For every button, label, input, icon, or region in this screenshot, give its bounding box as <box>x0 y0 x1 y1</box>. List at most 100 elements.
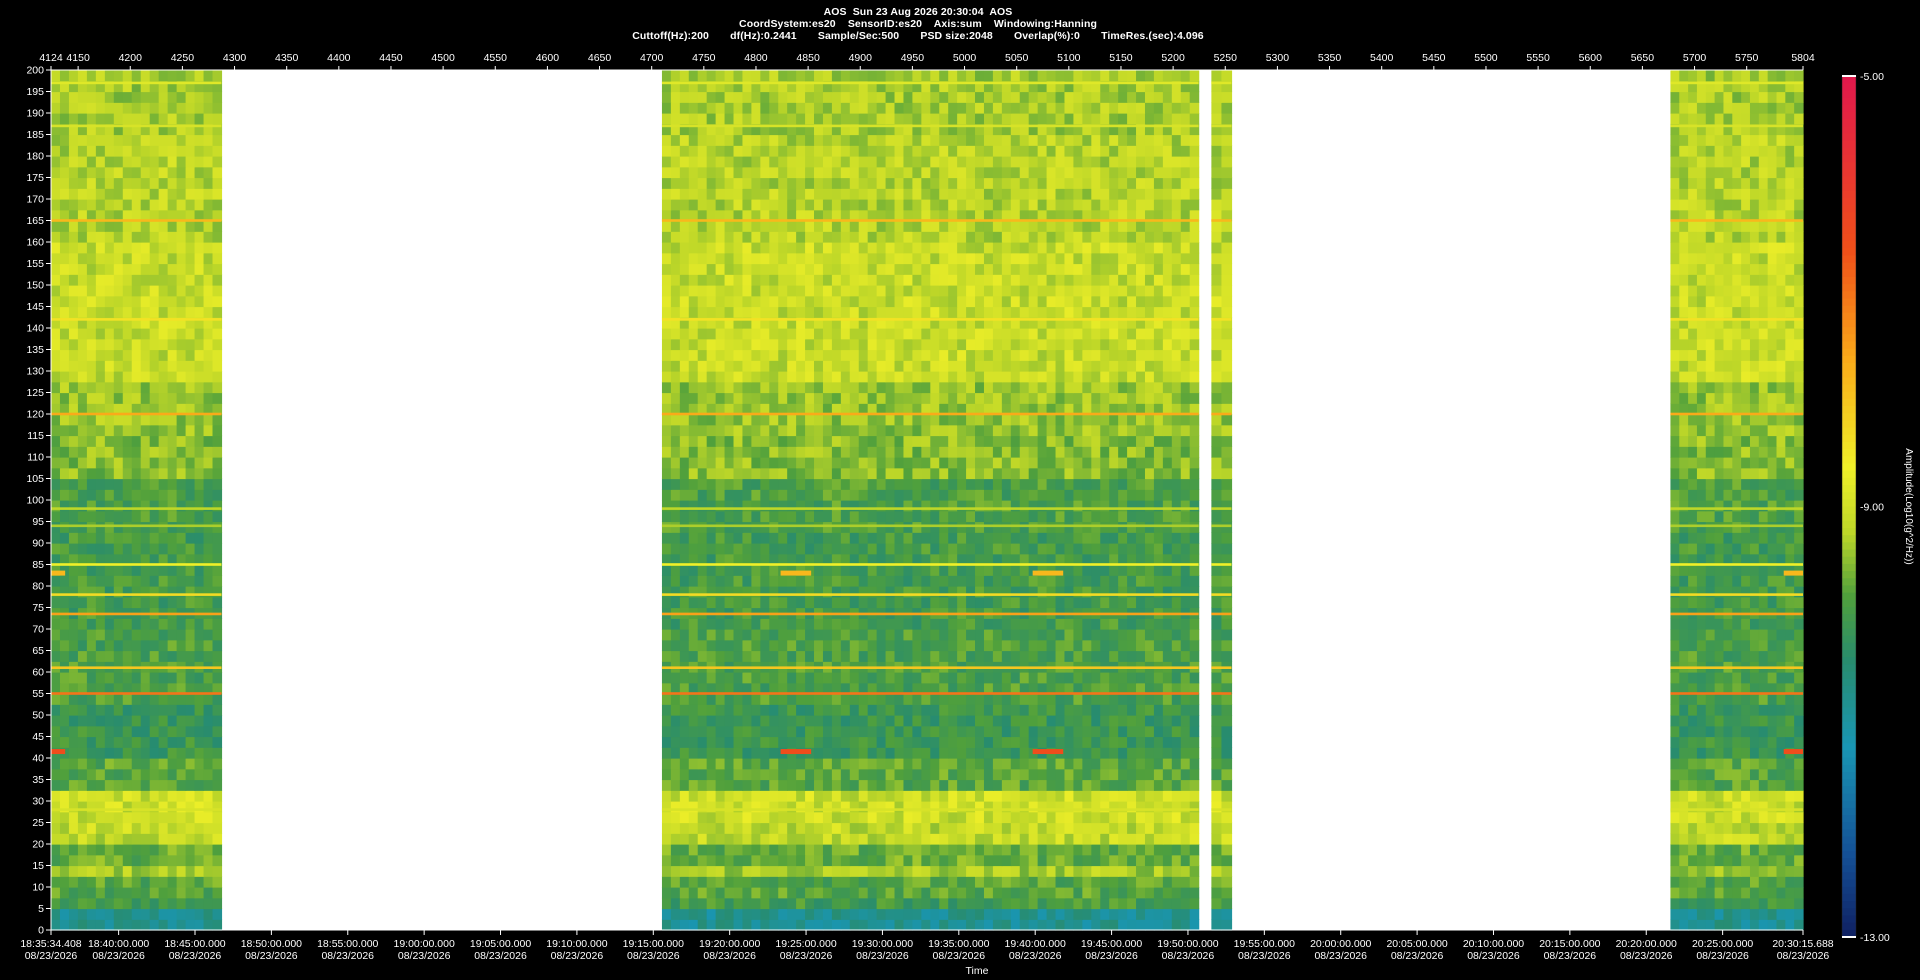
heatmap-cell <box>706 446 717 458</box>
heatmap-cell <box>742 467 752 480</box>
heatmap-cell <box>796 467 806 480</box>
heatmap-cell <box>939 446 949 458</box>
heatmap-cell <box>176 844 187 856</box>
heatmap-cell <box>787 887 797 899</box>
heatmap-cell <box>1028 790 1039 802</box>
heatmap-cell <box>760 844 770 856</box>
heatmap-cell <box>1001 543 1012 555</box>
heatmap-cell <box>787 650 797 662</box>
heatmap-cell <box>1019 435 1030 447</box>
heatmap-cell <box>724 618 735 630</box>
heatmap-cell <box>983 381 994 394</box>
heatmap-cell <box>1091 672 1101 684</box>
heatmap-cell <box>131 747 142 759</box>
heatmap-cell <box>203 704 214 716</box>
heatmap-cell <box>1118 328 1128 340</box>
heatmap-cell <box>1189 328 1200 340</box>
heatmap-cell <box>212 349 223 361</box>
heatmap-cell <box>1028 521 1039 533</box>
heatmap-cell <box>760 467 770 480</box>
heatmap-cell <box>1189 596 1200 609</box>
heatmap-cell <box>1189 639 1200 652</box>
heatmap-cell <box>1037 392 1048 404</box>
heatmap-cell <box>688 704 699 716</box>
heatmap-cell <box>1019 715 1030 727</box>
heatmap-cell <box>706 629 717 641</box>
heatmap-cell <box>1010 349 1021 361</box>
heatmap-cell <box>158 231 169 243</box>
heatmap-cell <box>751 779 761 791</box>
heatmap-cell <box>158 145 169 157</box>
heatmap-cell <box>212 295 223 308</box>
heatmap-cell <box>706 392 717 404</box>
heatmap-cell <box>769 543 779 555</box>
heatmap-cell <box>1091 779 1101 791</box>
heatmap-cell <box>194 435 205 447</box>
heatmap-cell <box>715 747 726 759</box>
heatmap-cell <box>831 768 842 781</box>
heatmap-cell <box>86 758 97 770</box>
heatmap-cell <box>1010 360 1021 372</box>
heatmap-cell <box>679 532 690 544</box>
heatmap-cell <box>1189 650 1200 662</box>
heatmap-cell <box>831 908 842 920</box>
heatmap-cell <box>1162 489 1173 501</box>
heatmap-cell <box>86 285 97 297</box>
heatmap-cell <box>706 897 717 910</box>
heatmap-cell <box>1001 457 1012 469</box>
heatmap-cell <box>805 596 815 609</box>
heatmap-cell <box>858 833 869 845</box>
heatmap-cell <box>77 220 88 232</box>
heatmap-cell <box>796 790 806 802</box>
heatmap-cell <box>697 822 708 834</box>
heatmap-cell <box>983 596 994 609</box>
heatmap-cell <box>688 919 699 931</box>
heatmap-cell <box>1144 768 1155 781</box>
heatmap-cell <box>805 424 815 437</box>
heatmap-cell <box>1180 704 1191 716</box>
heatmap-cell <box>957 736 967 748</box>
heatmap-cell <box>724 446 735 458</box>
heatmap-cell <box>939 811 949 824</box>
heatmap-cell <box>149 177 160 189</box>
heatmap-cell <box>1144 704 1155 716</box>
heatmap-cell <box>158 629 169 641</box>
heatmap-cell <box>1189 435 1200 447</box>
heatmap-cell <box>1055 779 1066 791</box>
heatmap-cell <box>796 596 806 609</box>
heatmap-cell <box>679 618 690 630</box>
heatmap-cell <box>939 758 949 770</box>
heatmap-cell <box>966 833 976 845</box>
spectral-line <box>51 219 222 222</box>
heatmap-cell <box>867 596 878 609</box>
spectrogram-plot-area[interactable] <box>51 70 1804 931</box>
heatmap-cell <box>1046 510 1057 523</box>
heatmap-cell <box>742 349 752 361</box>
heatmap-cell <box>930 736 940 748</box>
heatmap-cell <box>176 543 187 555</box>
heatmap-cell <box>212 768 223 781</box>
heatmap-cell <box>796 779 806 791</box>
heatmap-cell <box>140 166 151 179</box>
heatmap-cell <box>1001 467 1012 480</box>
heatmap-cell <box>86 113 97 125</box>
heatmap-cell <box>894 467 905 480</box>
heatmap-cell <box>930 897 940 910</box>
heatmap-cell <box>1091 844 1101 856</box>
heatmap-cell <box>77 672 88 684</box>
heatmap-cell <box>921 510 931 523</box>
heatmap-cell <box>831 897 842 910</box>
heatmap-cell <box>876 747 887 759</box>
heatmap-cell <box>77 113 88 125</box>
heatmap-cell <box>975 446 985 458</box>
heatmap-cell <box>814 897 824 910</box>
heatmap-cell <box>903 704 914 716</box>
heatmap-cell <box>912 779 922 791</box>
heatmap-cell <box>176 564 187 576</box>
heatmap-cell <box>948 822 958 834</box>
heatmap-cell <box>95 887 106 899</box>
heatmap-cell <box>113 865 124 877</box>
heatmap-cell <box>787 414 797 426</box>
heatmap-cell <box>858 790 869 802</box>
heatmap-cell <box>113 876 124 888</box>
